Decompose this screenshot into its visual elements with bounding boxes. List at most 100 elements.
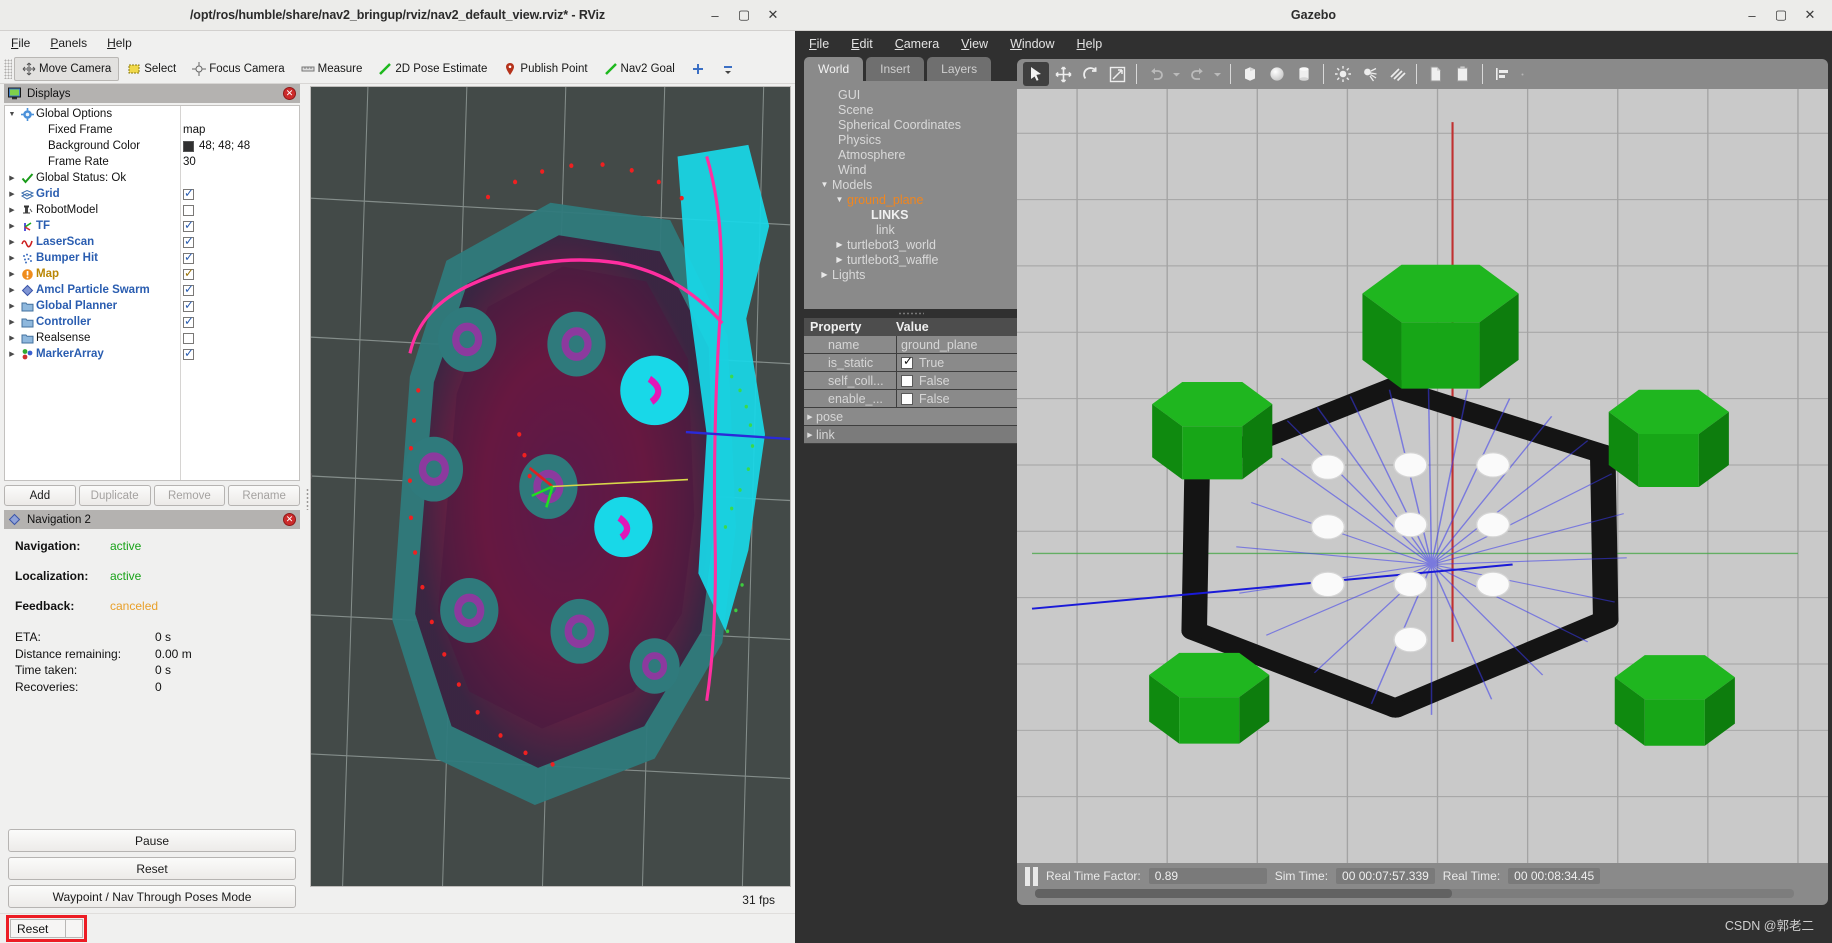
minimize-button[interactable]: – [1744,7,1760,23]
controller-checkbox[interactable] [183,314,194,328]
tree-row-global-status[interactable]: Global Status: Ok [5,170,299,186]
tree-row-tf[interactable]: TF [5,218,299,234]
tab-layers[interactable]: Layers [927,57,992,81]
menu-file[interactable]: File [11,36,30,50]
menu-help[interactable]: Help [107,36,132,50]
chevron-right-icon[interactable] [5,174,19,182]
snap-icon[interactable] [1516,62,1529,86]
scale-icon[interactable] [1104,62,1130,86]
point-light-icon[interactable] [1330,62,1356,86]
tree-row-realsense[interactable]: Realsense [5,330,299,346]
self-collide-checkbox[interactable] [901,374,913,387]
tool-move-camera[interactable]: Move Camera [14,56,120,81]
rviz-3d-view[interactable]: ◀ [310,86,791,887]
chevron-right-icon[interactable] [5,302,19,310]
map-checkbox[interactable] [183,266,194,280]
sphere-icon[interactable] [1264,62,1290,86]
tree-item-physics[interactable]: Physics [808,132,1013,147]
directional-light-icon[interactable] [1384,62,1410,86]
property-row-link[interactable]: ▶ link [804,426,1017,444]
chevron-right-icon[interactable] [5,238,19,246]
enable-wind-checkbox[interactable] [901,392,913,405]
tab-insert[interactable]: Insert [866,57,925,81]
menu-panels[interactable]: Panels [50,36,87,50]
bumper-hit-checkbox[interactable] [183,250,194,264]
close-button[interactable]: ✕ [765,7,781,23]
select-arrow-icon[interactable] [1023,62,1049,86]
tree-row-robotmodel[interactable]: RobotModel [5,202,299,218]
property-row-self-collide[interactable]: self_coll... False [804,372,1017,390]
displays-close-icon[interactable]: ✕ [283,87,296,100]
tree-item-models[interactable]: Models [808,177,1013,192]
property-row-enable-wind[interactable]: enable_... False [804,390,1017,408]
gz-menu-window[interactable]: Window [1010,37,1054,51]
robotmodel-checkbox[interactable] [183,204,194,216]
property-value[interactable]: ground_plane [896,336,1017,353]
chevron-down-icon[interactable] [817,180,832,189]
box-icon[interactable] [1237,62,1263,86]
tree-row-controller[interactable]: Controller [5,314,299,330]
chevron-right-icon[interactable] [5,222,19,230]
pause-button[interactable]: Pause [8,829,296,852]
property-value[interactable]: True [896,354,1017,371]
chevron-right-icon[interactable] [5,286,19,294]
tree-row-laserscan[interactable]: LaserScan [5,234,299,250]
tool-nav2-goal[interactable]: Nav2 Goal [596,57,683,81]
chevron-right-icon[interactable] [832,255,847,264]
bottom-reset-extra[interactable] [66,919,83,938]
tool-focus-camera[interactable]: Focus Camera [184,57,292,81]
tool-overflow[interactable] [713,57,743,81]
remove-button[interactable]: Remove [153,485,226,506]
tab-world[interactable]: World [804,57,864,81]
tree-row-amcl-particle-swarm[interactable]: Amcl Particle Swarm [5,282,299,298]
tree-row-frame-rate[interactable]: Frame Rate 30 [5,154,299,170]
translate-icon[interactable] [1050,62,1076,86]
chevron-right-icon[interactable]: ▶ [804,431,816,439]
toolbar-grip[interactable] [4,58,12,79]
property-value[interactable]: False [896,372,1017,389]
chevron-right-icon[interactable] [832,240,847,249]
property-row-is-static[interactable]: is_static True [804,354,1017,372]
tree-row-fixed-frame[interactable]: Fixed Frame map [5,122,299,138]
tree-item-turtlebot3-world[interactable]: turtlebot3_world [808,237,1013,252]
gz-menu-view[interactable]: View [961,37,988,51]
is-static-checkbox[interactable] [901,354,913,369]
tree-item-ground-plane[interactable]: ground_plane [808,192,1013,207]
tool-publish-point[interactable]: Publish Point [495,57,595,81]
tree-item-link[interactable]: link [808,222,1013,237]
gazebo-panel-splitter[interactable] [804,309,1017,318]
cylinder-icon[interactable] [1291,62,1317,86]
laserscan-checkbox[interactable] [183,234,194,248]
tree-item-links[interactable]: LINKS [808,207,1013,222]
tree-item-gui[interactable]: GUI [808,87,1013,102]
tree-value[interactable]: 48; 48; 48 [183,140,250,152]
chevron-right-icon[interactable] [817,270,832,279]
gz-menu-camera[interactable]: Camera [895,37,939,51]
amcl-checkbox[interactable] [183,282,194,296]
markerarray-checkbox[interactable] [183,346,194,360]
chevron-right-icon[interactable] [5,270,19,278]
close-button[interactable]: ✕ [1802,7,1818,23]
chevron-right-icon[interactable] [5,254,19,262]
gazebo-progress-bar[interactable] [1035,889,1794,898]
minimize-button[interactable]: – [707,7,723,23]
align-icon[interactable] [1489,62,1515,86]
add-button[interactable]: Add [4,485,76,506]
tree-item-scene[interactable]: Scene [808,102,1013,117]
spot-light-icon[interactable] [1357,62,1383,86]
rotate-icon[interactable] [1077,62,1103,86]
pause-icon[interactable] [1025,866,1038,886]
tree-row-bumper-hit[interactable]: Bumper Hit [5,250,299,266]
global-planner-checkbox[interactable] [183,298,194,312]
property-value[interactable]: False [896,390,1017,407]
chevron-right-icon[interactable] [5,206,19,214]
tool-2d-pose-estimate[interactable]: 2D Pose Estimate [370,57,495,81]
reset-button[interactable]: Reset [8,857,296,880]
tree-item-turtlebot3-waffle[interactable]: turtlebot3_waffle [808,252,1013,267]
chevron-right-icon[interactable] [5,334,19,342]
tree-value[interactable]: 30 [183,156,196,168]
tree-item-wind[interactable]: Wind [808,162,1013,177]
undo-icon[interactable] [1143,62,1169,86]
chevron-right-icon[interactable] [5,190,19,198]
chevron-right-icon[interactable] [5,350,19,358]
